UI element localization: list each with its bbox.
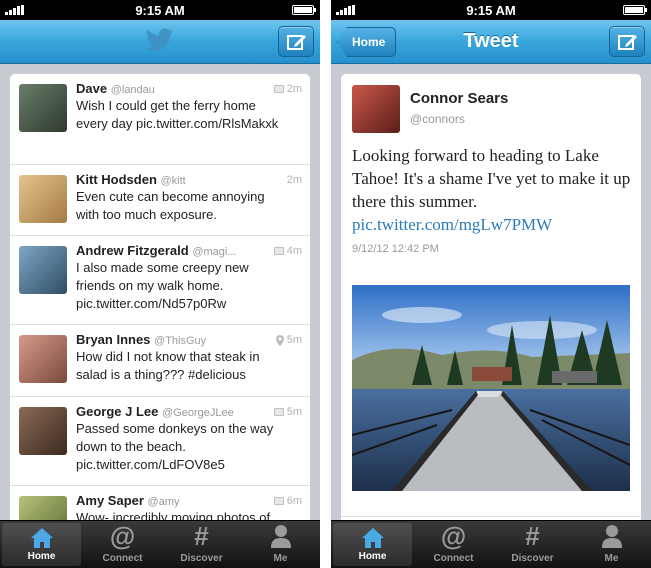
tweet-author-handle: @kitt	[160, 175, 186, 187]
tweet-row[interactable]: Kitt Hodsden @kitt 2m Even cute can beco…	[10, 165, 310, 236]
avatar[interactable]	[19, 246, 67, 294]
tab-label: Discover	[180, 553, 223, 564]
hashtag-icon: #	[194, 521, 209, 551]
avatar[interactable]	[19, 175, 67, 223]
divider	[341, 516, 641, 517]
tweet-text: Even cute can become annoying with too m…	[76, 189, 265, 222]
screen-divider	[320, 0, 331, 568]
house-icon	[361, 528, 384, 548]
person-icon	[601, 525, 622, 548]
navigation-bar	[0, 20, 320, 64]
avatar[interactable]	[19, 84, 67, 132]
tab-label: Me	[604, 553, 619, 564]
hashtag-icon: #	[525, 521, 540, 551]
tweet-text: I also made some creepy new friends on m…	[76, 260, 249, 311]
status-bar: 9:15 AM	[0, 0, 320, 20]
tweet-author-handle: @ThisGuy	[154, 335, 207, 347]
tweet-time: 5m	[286, 406, 302, 418]
tweet-time: 2m	[286, 174, 302, 186]
image-icon	[273, 85, 284, 93]
page-title: Tweet	[463, 30, 519, 52]
tweet-author-handle: @magi...	[192, 246, 237, 258]
tab-label: Home	[27, 551, 56, 562]
tab-me[interactable]: Me	[572, 521, 651, 568]
tweet-text: How did I not know that steak in salad i…	[76, 349, 260, 382]
image-icon	[273, 497, 284, 505]
tab-me[interactable]: Me	[241, 521, 320, 568]
tweet-body: Looking forward to heading to Lake Tahoe…	[352, 146, 631, 211]
tab-connect[interactable]: @ Connect	[83, 521, 162, 568]
status-bar: 9:15 AM	[331, 0, 651, 20]
tweet-row[interactable]: Andrew Fitzgerald @magi... 4m I also mad…	[10, 236, 310, 325]
status-time: 9:15 AM	[135, 3, 185, 18]
tweet-meta: 5m	[275, 334, 302, 346]
tweet-author-name: Amy Saper	[76, 493, 144, 508]
tweet-meta: 6m	[273, 495, 302, 507]
tab-label: Discover	[511, 553, 554, 564]
status-time: 9:15 AM	[466, 3, 516, 18]
twitter-bird-icon	[145, 28, 173, 51]
battery-icon	[623, 5, 647, 15]
tab-connect[interactable]: @ Connect	[414, 521, 493, 568]
tweet-detail: Connor Sears @connors Looking forward to…	[341, 74, 641, 568]
tweet-text: Looking forward to heading to Lake Tahoe…	[352, 144, 633, 236]
tweet-meta: 2m	[287, 174, 302, 186]
tweet-author-name[interactable]: Connor Sears	[410, 90, 508, 107]
tweet-time: 4m	[286, 245, 302, 257]
tab-discover[interactable]: # Discover	[162, 521, 241, 568]
navigation-bar: Home Tweet	[331, 20, 651, 64]
tweet-author-name: Bryan Innes	[76, 332, 151, 347]
tweet-meta: 4m	[273, 245, 302, 257]
tweet-author-name: Kitt Hodsden	[76, 172, 157, 187]
at-sign-icon: @	[440, 521, 467, 551]
location-pin-icon	[275, 334, 284, 346]
tweet-text: Wish I could get the ferry home every da…	[76, 98, 279, 131]
tweet-detail-screen: 9:15 AM Home Tweet Connor Sears @connors…	[331, 0, 651, 568]
image-icon	[273, 408, 284, 416]
avatar[interactable]	[19, 407, 67, 455]
tweet-author-name: Andrew Fitzgerald	[76, 243, 189, 258]
tab-bar: Home @ Connect # Discover Me	[331, 520, 651, 568]
battery-icon	[292, 5, 316, 15]
tweet-timestamp: 9/12/12 12:42 PM	[352, 243, 439, 255]
timeline-screen: 9:15 AM Dave @landau 2m Wish I could get…	[0, 0, 320, 568]
house-icon	[30, 528, 53, 548]
tab-home[interactable]: Home	[2, 523, 81, 566]
tab-label: Me	[273, 553, 288, 564]
avatar[interactable]	[352, 85, 400, 133]
tweet-text: Passed some donkeys on the way down to t…	[76, 421, 274, 472]
avatar[interactable]	[19, 335, 67, 383]
tweet-author-handle: @GeorgeJLee	[162, 407, 234, 419]
tweet-meta: 5m	[273, 406, 302, 418]
compose-button[interactable]	[278, 26, 314, 57]
tweet-author-name: George J Lee	[76, 404, 159, 419]
tweet-link[interactable]: pic.twitter.com/mgLw7PMW	[352, 215, 552, 234]
tab-discover[interactable]: # Discover	[493, 521, 572, 568]
tab-label: Connect	[102, 553, 143, 564]
tweet-time: 5m	[286, 334, 302, 346]
tweet-author-handle: @landau	[110, 84, 155, 96]
tweet-row[interactable]: Bryan Innes @ThisGuy 5m How did I not kn…	[10, 325, 310, 397]
tweet-time: 6m	[286, 495, 302, 507]
tab-label: Connect	[433, 553, 474, 564]
compose-icon	[618, 35, 637, 50]
tweet-author-handle[interactable]: @connors	[410, 112, 465, 126]
tweet-photo[interactable]	[352, 285, 630, 491]
image-icon	[273, 247, 284, 255]
tab-bar: Home @ Connect # Discover Me	[0, 520, 320, 568]
timeline-list[interactable]: Dave @landau 2m Wish I could get the fer…	[10, 74, 310, 568]
tweet-time: 2m	[286, 83, 302, 95]
lake-pier-photo	[352, 285, 630, 491]
tweet-row[interactable]: Dave @landau 2m Wish I could get the fer…	[10, 74, 310, 165]
tab-label: Home	[358, 551, 387, 562]
tweet-meta: 2m	[273, 83, 302, 95]
at-sign-icon: @	[109, 521, 136, 551]
tweet-author-handle: @amy	[147, 496, 180, 508]
tweet-row[interactable]: George J Lee @GeorgeJLee 5m Passed some …	[10, 397, 310, 486]
tweet-author-name: Dave	[76, 81, 108, 96]
compose-icon	[287, 35, 306, 50]
tab-home[interactable]: Home	[333, 523, 412, 566]
compose-button[interactable]	[609, 26, 645, 57]
person-icon	[270, 525, 291, 548]
